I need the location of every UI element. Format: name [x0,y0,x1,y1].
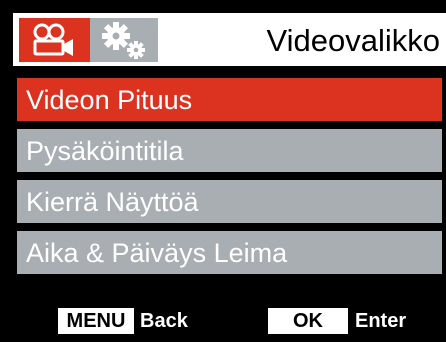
menu-item-rotate-display[interactable]: Kierrä Näyttöä [17,180,442,223]
settings-gears-icon [102,22,145,59]
enter-hint-label: Enter [355,310,407,332]
tab-video[interactable] [19,18,90,62]
dashcam-screen: Videovalikko Videon Pituus Pysäköintitil… [0,0,446,342]
menu-item-video-length[interactable]: Videon Pituus [17,78,442,121]
footer-bar: MENU Back OK Enter [0,296,446,342]
video-camera-icon [33,23,73,56]
tab-settings[interactable] [90,18,158,62]
header-bar: Videovalikko [13,13,446,66]
menu-item-parking-mode[interactable]: Pysäköintitila [17,129,442,172]
menu-key-badge[interactable]: MENU [58,308,134,334]
ok-key-badge[interactable]: OK [268,308,348,334]
menu-item-date-time-stamp[interactable]: Aika & Päiväys Leima [17,231,442,274]
page-title: Videovalikko [266,23,440,58]
back-hint-label: Back [140,310,188,332]
